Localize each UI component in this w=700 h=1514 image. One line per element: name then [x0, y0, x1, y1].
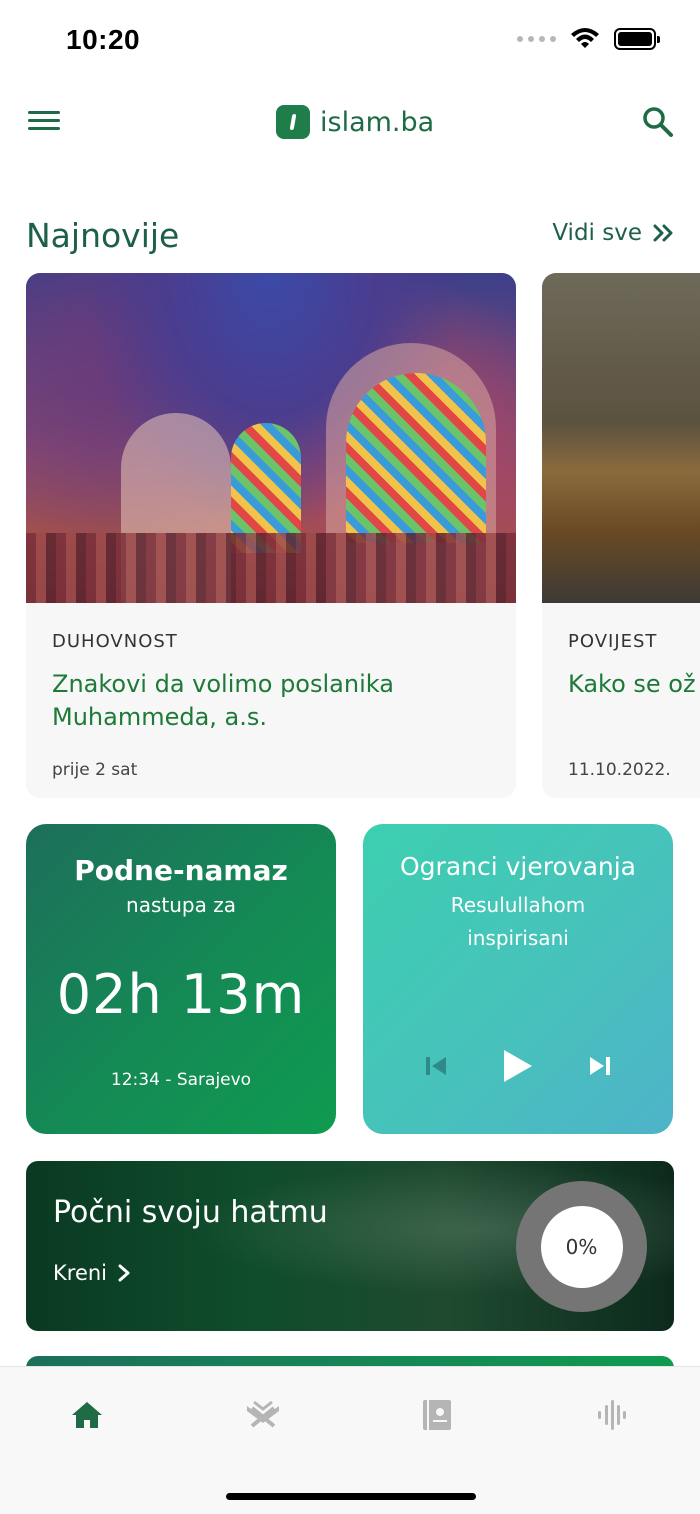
- previous-track-button[interactable]: [424, 1055, 448, 1077]
- article-title: Znakovi da volimo poslanika Muhammeda, a…: [52, 670, 394, 731]
- brand-logo-group[interactable]: islam.ba: [276, 105, 434, 139]
- hatma-progress-ring: 0%: [516, 1181, 647, 1312]
- double-chevron-right-icon: [653, 224, 673, 242]
- prayer-countdown: 02h 13m: [56, 963, 306, 1026]
- audio-subtitle: Resulullahom inspirisani: [450, 893, 586, 950]
- article-time: prije 2 sat: [52, 760, 138, 780]
- audio-wave-icon: [598, 1400, 626, 1430]
- book-icon: [423, 1400, 451, 1430]
- status-time: 10:20: [66, 24, 141, 55]
- article-time: 11.10.2022.: [568, 760, 671, 780]
- search-button[interactable]: [640, 104, 674, 138]
- top-nav: islam.ba: [0, 92, 700, 156]
- article-title: Kako se ož: [568, 670, 696, 698]
- article-card[interactable]: DUHOVNOST Znakovi da volimo poslanika Mu…: [26, 273, 516, 798]
- prayer-time-widget[interactable]: Podne-namaz nastupa za 02h 13m 12:34 - S…: [26, 824, 336, 1134]
- search-icon: [643, 107, 673, 137]
- islam-ba-logo-icon: [276, 105, 310, 139]
- brand-name: islam.ba: [320, 106, 435, 138]
- prayer-subtitle: nastupa za: [126, 893, 236, 917]
- article-card[interactable]: POVIJEST Kako se ož 11.10.2022.: [542, 273, 700, 798]
- tab-audio[interactable]: [587, 1395, 637, 1435]
- play-icon: [504, 1050, 532, 1082]
- audio-player-widget[interactable]: Ogranci vjerovanja Resulullahom inspiris…: [363, 824, 673, 1134]
- skip-previous-icon: [426, 1057, 446, 1075]
- quran-icon: [247, 1400, 279, 1428]
- hatma-start-button[interactable]: Kreni: [53, 1261, 131, 1285]
- see-all-label: Vidi sve: [552, 220, 642, 246]
- menu-button[interactable]: [28, 106, 64, 136]
- battery-icon: [614, 28, 660, 50]
- article-image-book-flowers: [542, 273, 700, 603]
- cellular-signal-icon: [517, 36, 556, 42]
- audio-controls: [363, 1048, 673, 1084]
- play-button[interactable]: [502, 1048, 534, 1084]
- status-bar: 10:20: [0, 0, 700, 80]
- hatma-banner[interactable]: Počni svoju hatmu Kreni 0%: [26, 1161, 674, 1331]
- hatma-title: Počni svoju hatmu: [53, 1195, 328, 1230]
- section-title: Najnovije: [26, 216, 180, 255]
- skip-next-icon: [590, 1057, 610, 1075]
- see-all-button[interactable]: Vidi sve: [552, 220, 674, 246]
- tab-quran[interactable]: [238, 1395, 288, 1435]
- prayer-name: Podne-namaz: [74, 854, 288, 887]
- bottom-tab-bar: [0, 1366, 700, 1514]
- hatma-start-label: Kreni: [53, 1261, 108, 1285]
- article-image-mosque-interior: [26, 273, 516, 603]
- chevron-right-icon: [118, 1264, 130, 1282]
- prayer-time-location: 12:34 - Sarajevo: [110, 1070, 252, 1090]
- hamburger-icon: [28, 111, 60, 114]
- articles-carousel[interactable]: DUHOVNOST Znakovi da volimo poslanika Mu…: [0, 273, 700, 799]
- latest-section-header: Najnovije Vidi sve: [26, 212, 674, 262]
- tab-books[interactable]: [412, 1395, 462, 1435]
- wifi-icon: [571, 28, 599, 48]
- article-category: DUHOVNOST: [52, 631, 178, 652]
- audio-title: Ogranci vjerovanja: [400, 852, 636, 881]
- home-icon: [72, 1402, 102, 1428]
- tab-home[interactable]: [62, 1395, 112, 1435]
- status-icons: [517, 28, 660, 50]
- article-category: POVIJEST: [568, 631, 658, 652]
- next-track-button[interactable]: [588, 1055, 612, 1077]
- hatma-progress-label: 0%: [540, 1205, 623, 1288]
- home-indicator: [226, 1493, 476, 1500]
